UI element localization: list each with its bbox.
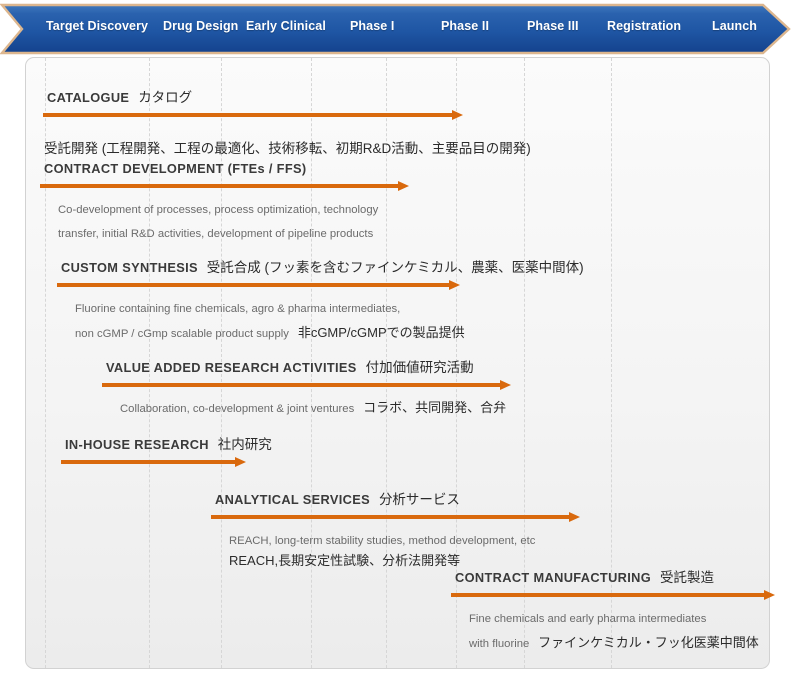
service-desc-ja-analytical-services: REACH,長期安定性試験、分析法開発等 — [229, 552, 461, 568]
arrow-shaft-catalogue — [43, 113, 453, 117]
service-desc-line-contract-development-1: transfer, initial R&D activities, develo… — [58, 221, 791, 246]
service-description-analytical-services: REACH, long-term stability studies, meth… — [229, 528, 791, 568]
service-desc-line-value-added-research-0: Collaboration, co-development & joint ve… — [120, 396, 791, 421]
service-arrow-contract-manufacturing — [451, 590, 775, 600]
service-title-en-value-added-research: VALUE ADDED RESEARCH ACTIVITIES — [106, 360, 357, 375]
service-block-in-house-research[interactable]: IN-HOUSE RESEARCH 社内研究 — [0, 435, 791, 467]
service-title-en-contract-development: CONTRACT DEVELOPMENT (FTEs / FFS) — [44, 160, 307, 176]
service-title-contract-manufacturing: CONTRACT MANUFACTURING 受託製造 — [455, 568, 791, 588]
service-blocks-container: CATALOGUE カタログ受託開発 (工程開発、工程の最適化、技術移転、初期R… — [0, 0, 791, 687]
service-title-catalogue: CATALOGUE カタログ — [47, 88, 791, 108]
arrow-shaft-contract-manufacturing — [451, 593, 765, 597]
service-block-contract-development[interactable]: 受託開発 (工程開発、工程の最適化、技術移転、初期R&D活動、主要品目の開発) C… — [0, 140, 791, 246]
phase-label-2[interactable]: Early Clinical — [246, 19, 326, 33]
service-description-custom-synthesis: Fluorine containing fine chemicals, agro… — [75, 296, 791, 346]
service-title-value-added-research: VALUE ADDED RESEARCH ACTIVITIES 付加価値研究活動 — [106, 358, 791, 378]
service-arrow-custom-synthesis — [57, 280, 460, 290]
service-desc-line-custom-synthesis-1: non cGMP / cGmp scalable product supply … — [75, 321, 791, 346]
service-title-ja-contract-manufacturing: 受託製造 — [659, 570, 714, 585]
arrow-shaft-analytical-services — [211, 515, 570, 519]
service-desc-en-custom-synthesis-1: non cGMP / cGmp scalable product supply — [75, 327, 289, 340]
service-desc-en-contract-development-1: transfer, initial R&D activities, develo… — [58, 228, 374, 241]
service-block-analytical-services[interactable]: ANALYTICAL SERVICES 分析サービス REACH, long-te… — [0, 490, 791, 568]
service-desc-ja-contract-manufacturing: ファインケミカル・フッ化医薬中間体 — [538, 634, 759, 650]
service-description-value-added-research: Collaboration, co-development & joint ve… — [120, 396, 791, 421]
phase-label-6[interactable]: Registration — [607, 19, 681, 33]
service-desc-line-contract-manufacturing-0: Fine chemicals and early pharma intermed… — [469, 606, 791, 631]
service-title-ja-in-house-research: 社内研究 — [217, 437, 272, 452]
service-desc-en-analytical-services-0: REACH, long-term stability studies, meth… — [229, 535, 536, 547]
service-arrow-in-house-research — [61, 457, 246, 467]
arrow-shaft-custom-synthesis — [57, 283, 450, 287]
arrow-head-contract-development — [398, 180, 409, 191]
arrow-shaft-value-added-research — [102, 383, 501, 387]
arrow-head-contract-manufacturing — [764, 590, 775, 600]
service-title-en-custom-synthesis: CUSTOM SYNTHESIS — [61, 260, 198, 275]
phase-label-0[interactable]: Target Discovery — [46, 19, 148, 33]
service-title-in-house-research: IN-HOUSE RESEARCH 社内研究 — [65, 435, 791, 455]
service-title-en-analytical-services: ANALYTICAL SERVICES — [215, 492, 371, 507]
service-desc-en-contract-development-0: Co-development of processes, process opt… — [58, 203, 379, 216]
service-block-catalogue[interactable]: CATALOGUE カタログ — [0, 88, 791, 120]
service-title-ja-value-added-research: 付加価値研究活動 — [365, 360, 474, 375]
service-arrow-contract-development — [40, 180, 409, 191]
service-desc-en-contract-manufacturing-0: Fine chemicals and early pharma intermed… — [469, 613, 707, 625]
service-arrow-catalogue — [43, 110, 463, 120]
phase-label-7[interactable]: Launch — [712, 19, 757, 33]
service-title-en-contract-manufacturing: CONTRACT MANUFACTURING — [455, 570, 652, 585]
arrow-head-catalogue — [452, 110, 463, 120]
service-desc-en-custom-synthesis-0: Fluorine containing fine chemicals, agro… — [75, 303, 401, 315]
service-desc-en-contract-manufacturing-1: with fluorine — [469, 637, 530, 650]
service-block-value-added-research[interactable]: VALUE ADDED RESEARCH ACTIVITIES 付加価値研究活動… — [0, 358, 791, 421]
service-desc-line-analytical-services-0: REACH, long-term stability studies, meth… — [229, 528, 791, 553]
service-title-en-in-house-research: IN-HOUSE RESEARCH — [65, 437, 209, 452]
service-title-analytical-services: ANALYTICAL SERVICES 分析サービス — [215, 490, 791, 510]
service-desc-ja-custom-synthesis: 非cGMP/cGMPでの製品提供 — [297, 324, 465, 340]
service-desc-line-contract-development-0: Co-development of processes, process opt… — [58, 197, 791, 222]
service-title-contract-development: CONTRACT DEVELOPMENT (FTEs / FFS) — [44, 159, 791, 179]
service-title-custom-synthesis: CUSTOM SYNTHESIS 受託合成 (フッ素を含むファインケミカル、農薬… — [61, 258, 791, 278]
arrow-head-analytical-services — [569, 512, 580, 522]
service-desc-en-value-added-research-0: Collaboration, co-development & joint ve… — [120, 403, 355, 415]
service-desc-line-contract-manufacturing-1: with fluorine ファインケミカル・フッ化医薬中間体 — [469, 631, 791, 656]
phase-banner: Target Discovery Drug Design Early Clinica… — [0, 3, 791, 55]
service-arrow-value-added-research — [102, 380, 511, 390]
service-title-ja-analytical-services: 分析サービス — [378, 492, 460, 507]
phase-label-group: Target Discovery Drug Design Early Clinica… — [0, 3, 791, 55]
service-description-contract-development: Co-development of processes, process opt… — [58, 197, 791, 247]
service-pre-japanese-contract-development: 受託開発 (工程開発、工程の最適化、技術移転、初期R&D活動、主要品目の開発) — [44, 141, 531, 156]
arrow-head-value-added-research — [500, 380, 511, 390]
arrow-shaft-contract-development — [40, 183, 399, 188]
service-title-en-catalogue: CATALOGUE — [47, 90, 130, 105]
service-desc-line-custom-synthesis-0: Fluorine containing fine chemicals, agro… — [75, 296, 791, 321]
service-description-contract-manufacturing: Fine chemicals and early pharma intermed… — [469, 606, 791, 656]
service-title-ja-custom-synthesis: 受託合成 (フッ素を含むファインケミカル、農薬、医薬中間体) — [206, 260, 584, 275]
arrow-head-custom-synthesis — [449, 280, 460, 290]
arrow-head-in-house-research — [235, 457, 246, 467]
service-title-ja-catalogue: カタログ — [138, 90, 193, 105]
phase-label-1[interactable]: Drug Design — [163, 19, 238, 33]
phase-label-4[interactable]: Phase II — [441, 19, 489, 33]
service-block-custom-synthesis[interactable]: CUSTOM SYNTHESIS 受託合成 (フッ素を含むファインケミカル、農薬… — [0, 258, 791, 346]
service-desc-ja-value-added-research: コラボ、共同開発、合弁 — [363, 400, 507, 415]
phase-label-5[interactable]: Phase III — [527, 19, 579, 33]
service-block-contract-manufacturing[interactable]: CONTRACT MANUFACTURING 受託製造 Fine chemical… — [0, 568, 791, 656]
service-arrow-analytical-services — [211, 512, 580, 522]
phase-label-3[interactable]: Phase I — [350, 19, 394, 33]
arrow-shaft-in-house-research — [61, 460, 236, 464]
